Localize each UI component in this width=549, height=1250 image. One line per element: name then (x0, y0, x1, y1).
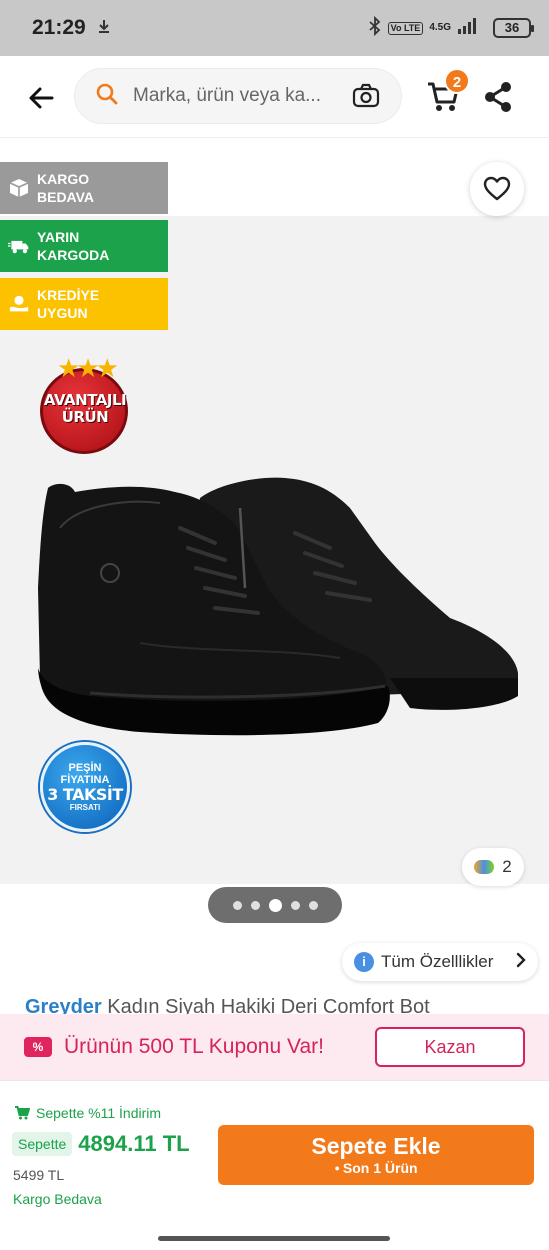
add-to-cart-label: Sepete Ekle (311, 1133, 441, 1159)
promo-label-line2: BEDAVA (37, 189, 95, 205)
search-icon (95, 82, 119, 111)
promo-yarin-kargoda: YARIN KARGODA (0, 220, 168, 272)
heart-icon (483, 176, 511, 201)
avantajli-urun-badge: ★★★ AVANTAJLI ÜRÜN (34, 354, 136, 454)
status-time: 21:29 (32, 16, 86, 39)
product-name: Kadın Siyah Hakiki Deri Comfort Bot (107, 996, 430, 1016)
bluetooth-icon (368, 15, 382, 41)
promo-kargo-bedava: KARGO BEDAVA (0, 162, 168, 214)
all-features-button[interactable]: i Tüm Özelllikler (342, 943, 538, 981)
badge-text: AVANTAJLI ÜRÜN (34, 392, 136, 426)
coupon-banner: % Ürünün 500 TL Kuponu Var! Kazan (0, 1014, 549, 1080)
basket-discount: Sepette %11 İndirim (14, 1105, 161, 1121)
taksit-line3: 3 TAKSİT (47, 784, 123, 804)
box-icon (8, 177, 30, 199)
taksit-line4: FIRSATI (69, 802, 101, 812)
cart-button[interactable]: 2 (426, 68, 470, 118)
free-shipping-label: Kargo Bedava (13, 1191, 102, 1207)
all-features-label: Tüm Özelllikler (381, 952, 494, 971)
coins-icon (8, 293, 30, 315)
search-input[interactable]: Marka, ürün veya ka... (133, 85, 333, 107)
stars-icon: ★★★ (57, 353, 119, 383)
image-count-chip[interactable]: 2 (462, 848, 524, 886)
back-button[interactable] (22, 78, 62, 118)
product-title: Greyder Kadın Siyah Hakiki Deri Comfort … (25, 996, 545, 1016)
status-icons: Vo LTE 4.5G 36 (368, 15, 534, 41)
top-header: Marka, ürün veya ka... 2 (0, 56, 549, 138)
status-bar: 21:29 Vo LTE 4.5G 36 (0, 0, 549, 56)
info-icon: i (354, 952, 374, 972)
bottom-purchase-bar: Sepette %11 İndirim Sepette 4894.11 TL 5… (0, 1080, 549, 1250)
back-arrow-icon (29, 87, 54, 109)
promo-label-line2: UYGUN (37, 305, 88, 321)
lte-badge: Vo LTE (387, 21, 424, 35)
pager-dot-active[interactable] (268, 898, 282, 912)
taksit-line1: PEŞİN (68, 761, 102, 774)
promo-label-line1: YARIN (37, 229, 80, 245)
gallery-pager[interactable] (208, 887, 342, 923)
price-tag: Sepette (12, 1132, 73, 1156)
price-row: Sepette 4894.11 TL (12, 1131, 190, 1157)
promo-krediye-uygun: KREDİYE UYGUN (0, 278, 168, 330)
pager-dot[interactable] (308, 900, 318, 910)
basket-price: 4894.11 TL (78, 1131, 190, 1156)
product-brand[interactable]: Greyder (25, 996, 102, 1016)
battery-indicator: 36 (493, 18, 534, 38)
camera-icon[interactable] (351, 81, 381, 116)
image-count: 2 (502, 857, 512, 876)
kazan-button[interactable]: Kazan (375, 1027, 525, 1067)
cart-small-icon (15, 1106, 30, 1120)
share-icon (485, 82, 511, 112)
badge-line1: AVANTAJLI (43, 391, 127, 409)
add-to-cart-button[interactable]: Sepete Ekle Son 1 Ürün (218, 1125, 534, 1185)
badge-line2: ÜRÜN (61, 408, 109, 426)
download-icon (96, 18, 112, 39)
taksit-line2: FİYATINA (60, 773, 110, 786)
old-price: 5499 TL (13, 1167, 65, 1183)
network-type: 4.5G (429, 22, 451, 33)
coupon-text: Ürünün 500 TL Kuponu Var! (64, 1035, 324, 1058)
discount-text: Sepette %11 İndirim (36, 1105, 162, 1121)
share-button[interactable] (482, 80, 514, 119)
coupon-icon: % (24, 1037, 52, 1057)
color-variants-icon (474, 860, 495, 874)
truck-icon (8, 236, 30, 256)
pager-dot[interactable] (232, 900, 242, 910)
home-indicator[interactable] (158, 1236, 390, 1241)
cart-count-badge: 2 (444, 68, 470, 94)
pesin-fiyatina-taksit-badge: PEŞİN FİYATINA 3 TAKSİT FIRSATI (40, 742, 130, 832)
promo-label-line2: KARGODA (37, 247, 110, 263)
promo-label-line1: KARGO (37, 171, 90, 187)
promo-label-line1: KREDİYE (37, 287, 100, 303)
search-bar[interactable]: Marka, ürün veya ka... (74, 68, 402, 124)
signal-icon (457, 17, 479, 40)
favorite-button[interactable] (470, 162, 524, 216)
chevron-right-icon (516, 952, 526, 973)
pager-dot[interactable] (250, 900, 260, 910)
product-image (38, 477, 518, 736)
stock-note: Son 1 Ürün (218, 1159, 534, 1179)
pager-dot[interactable] (290, 900, 300, 910)
